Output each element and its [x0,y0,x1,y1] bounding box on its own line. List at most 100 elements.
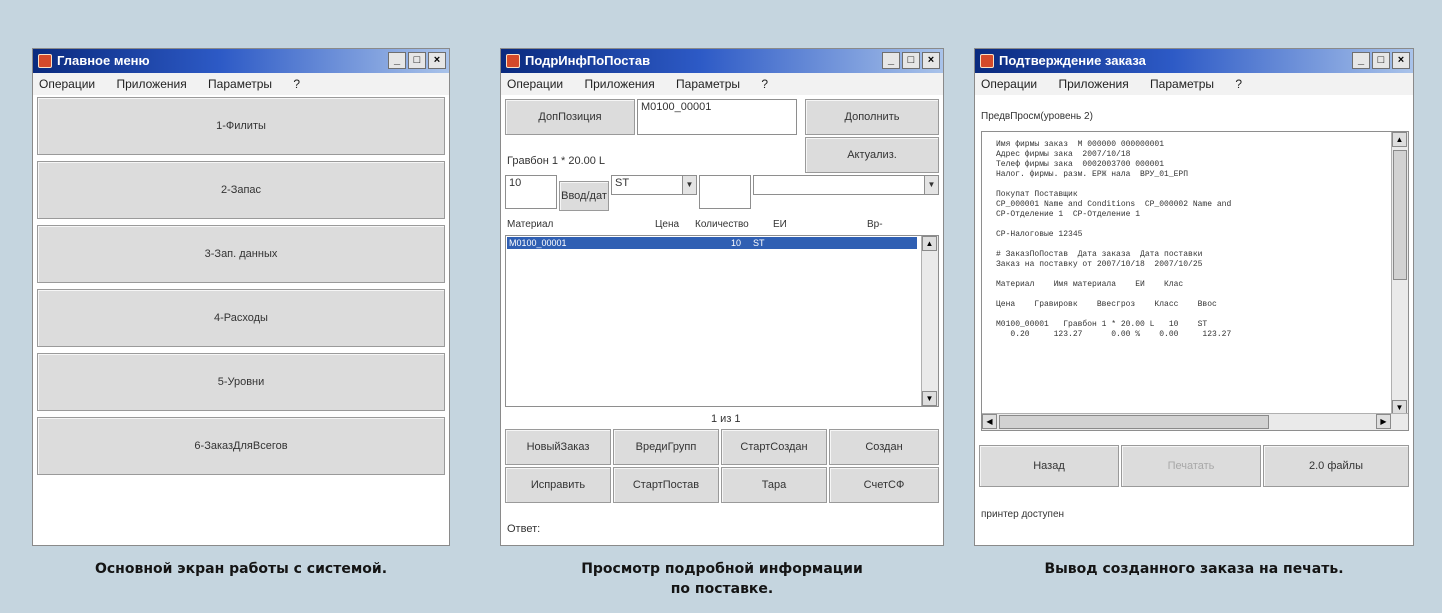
update-button[interactable]: Актуализ. [805,137,939,173]
menu-parameters[interactable]: Параметры [676,77,740,91]
report-line: Заказ на поставку от 2007/10/18 2007/10/… [996,260,1203,269]
close-icon[interactable]: × [428,52,446,69]
menu-help[interactable]: ? [1235,77,1242,91]
report-line: СР-Налоговые 12345 [996,230,1083,239]
close-icon[interactable]: × [922,52,940,69]
print-titlebar[interactable]: Подтверждение заказа _ □ × [975,49,1413,73]
add-button[interactable]: Дополнить [805,99,939,135]
report-preview[interactable]: Имя фирмы заказ M 000000 000000001 Адрес … [981,131,1409,431]
scroll-up-icon[interactable]: ▲ [922,236,937,251]
report-line: Телеф фирмы зака 0002003700 000001 [996,160,1165,169]
file-button[interactable]: 2.0 файлы [1263,445,1409,487]
menu-applications[interactable]: Приложения [1058,77,1128,91]
menu-help[interactable]: ? [293,77,300,91]
back-button[interactable]: Назад [979,445,1119,487]
maximize-icon[interactable]: □ [1372,52,1390,69]
maximize-icon[interactable]: □ [902,52,920,69]
extra-field[interactable] [699,175,751,209]
main-menu-titlebar[interactable]: Главное меню _ □ × [33,49,449,73]
report-line: СР-Отделение 1 СР-Отделение 1 [996,210,1141,219]
row-qty: 10 [731,238,742,248]
table-scrollbar[interactable]: ▲ ▼ [921,236,938,406]
menu-button-3[interactable]: 3-Зап. данных [37,225,445,283]
order-number-field[interactable]: M0100_00001 [637,99,797,135]
table-header: Материал Цена Количество ЕИ Вр- [505,219,939,233]
action-button-6[interactable]: СтартПостав [613,467,719,503]
action-button-3[interactable]: СтартСоздан [721,429,827,465]
menu-operations[interactable]: Операции [507,77,563,91]
items-table: M0100_00001 10 ST ▲ ▼ [505,235,939,407]
menu-button-4[interactable]: 4-Расходы [37,289,445,347]
close-icon[interactable]: × [1392,52,1410,69]
action-button-5[interactable]: Исправить [505,467,611,503]
action-button-7[interactable]: Тара [721,467,827,503]
action-button-4[interactable]: Создан [829,429,939,465]
caption-details-line2: по поставке. [670,581,774,597]
report-line [996,180,1390,190]
action-button-1[interactable]: НовыйЗаказ [505,429,611,465]
chevron-down-icon[interactable]: ▼ [682,176,696,194]
caption-main: Основной экран работы с системой. [94,561,388,577]
row-unit: ST [753,238,765,248]
read-button[interactable]: Ввод/дат [559,181,609,211]
menu-button-5[interactable]: 5-Уровни [37,353,445,411]
report-line: M0100_00001 Гравбон 1 * 20.00 L 10 ST [996,320,1208,329]
report-line: Цена Гравировк Ввесгроз Класс Ввос [996,300,1217,309]
action-button-8[interactable]: СчетСФ [829,467,939,503]
chevron-down-icon[interactable]: ▼ [924,176,938,194]
menu-button-1[interactable]: 1-Филиты [37,97,445,155]
java-app-icon [38,54,52,68]
minimize-icon[interactable]: _ [388,52,406,69]
report-line [996,220,1390,230]
report-vertical-scrollbar[interactable]: ▲ ▼ [1391,132,1408,415]
unit-select[interactable]: ST ▼ [611,175,697,195]
scroll-thumb[interactable] [1393,150,1407,280]
col-qty: Количество [695,219,749,230]
scroll-thumb[interactable] [999,415,1269,429]
report-line [996,290,1390,300]
report-line [996,270,1390,280]
table-row[interactable]: M0100_00001 10 ST [507,237,917,249]
menu-bar: Операции Приложения Параметры ? [501,73,943,95]
menu-button-2[interactable]: 2-Запас [37,161,445,219]
menu-applications[interactable]: Приложения [584,77,654,91]
unit-select-value: ST [615,177,630,189]
menu-bar: Операции Приложения Параметры ? [33,73,449,95]
report-line [996,310,1390,320]
col-material: Материал [507,219,554,230]
quantity-field[interactable]: 10 [505,175,557,209]
report-horizontal-scrollbar[interactable]: ◀ ▶ [982,413,1408,430]
minimize-icon[interactable]: _ [1352,52,1370,69]
details-window: ПодрИнфПоПостав _ □ × Операции Приложени… [500,48,944,546]
menu-button-6[interactable]: 6-ЗаказДляВсегов [37,417,445,475]
report-line: 0.20 123.27 0.00 % 0.00 123.27 [996,330,1232,339]
scroll-up-icon[interactable]: ▲ [1392,132,1407,147]
menu-operations[interactable]: Операции [981,77,1037,91]
report-line: СР_000001 Name and Conditions СР_000002 … [996,200,1232,209]
filter-select[interactable]: ▼ [753,175,939,195]
minimize-icon[interactable]: _ [882,52,900,69]
maximize-icon[interactable]: □ [408,52,426,69]
scroll-right-icon[interactable]: ▶ [1376,414,1391,429]
print-button[interactable]: Печатать [1121,445,1261,487]
col-extra: Вр- [867,219,883,230]
menu-parameters[interactable]: Параметры [1150,77,1214,91]
scroll-left-icon[interactable]: ◀ [982,414,997,429]
details-button[interactable]: ДопПозиция [505,99,635,135]
details-titlebar[interactable]: ПодрИнфПоПостав _ □ × [501,49,943,73]
menu-help[interactable]: ? [761,77,768,91]
menu-applications[interactable]: Приложения [116,77,186,91]
report-line: Имя фирмы заказ M 000000 000000001 [996,140,1165,149]
java-app-icon [980,54,994,68]
menu-parameters[interactable]: Параметры [208,77,272,91]
window-title: Подтверждение заказа [999,53,1146,68]
main-menu-window: Главное меню _ □ × Операции Приложения П… [32,48,450,546]
action-button-2[interactable]: ВредиГрупп [613,429,719,465]
menu-operations[interactable]: Операции [39,77,95,91]
print-window: Подтверждение заказа _ □ × Операции Прил… [974,48,1414,546]
scroll-down-icon[interactable]: ▼ [922,391,937,406]
report-line: # ЗаказПоПостав Дата заказа Дата поставк… [996,250,1203,259]
window-title: ПодрИнфПоПостав [525,53,651,68]
report-text: Имя фирмы заказ M 000000 000000001 Адрес … [996,140,1390,400]
row-material: M0100_00001 [509,238,567,248]
